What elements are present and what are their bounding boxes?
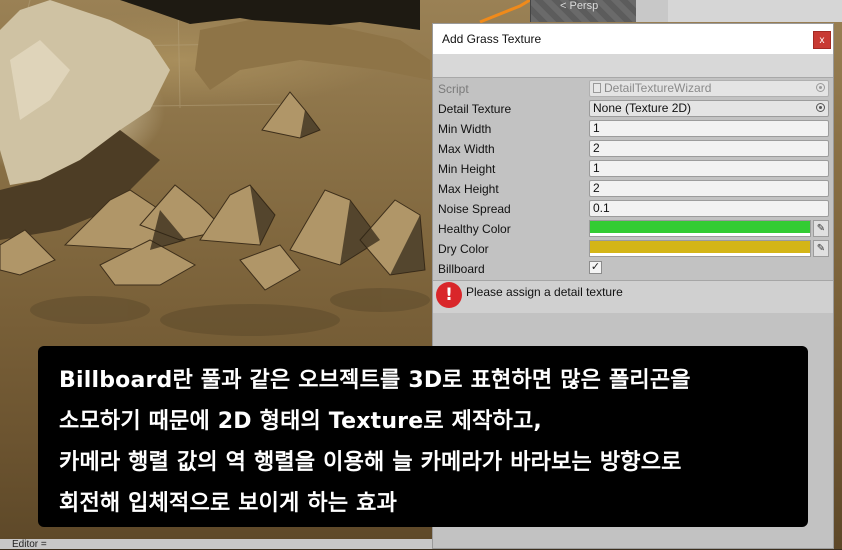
- max-height-input[interactable]: 2: [589, 180, 829, 197]
- billboard-label: Billboard: [438, 262, 485, 276]
- subtitle-line: 회전해 입체적으로 보이게 하는 효과: [59, 491, 398, 516]
- eyedropper-icon[interactable]: ✎: [813, 240, 829, 257]
- object-picker-icon: [816, 83, 825, 92]
- row-healthy-color: Healthy Color ✎: [433, 219, 833, 239]
- noise-spread-label: Noise Spread: [438, 202, 511, 216]
- script-value: DetailTextureWizard: [604, 81, 712, 95]
- detail-texture-value: None (Texture 2D): [593, 101, 692, 115]
- row-min-height: Min Height 1: [433, 159, 833, 179]
- perspective-toggle[interactable]: < Persp: [558, 0, 640, 18]
- scene-toolbar-strip: [636, 0, 842, 22]
- help-message: Please assign a detail texture: [466, 285, 623, 299]
- healthy-color-swatch[interactable]: [589, 220, 811, 237]
- subtitle-line: Billboard란 풀과 같은 오브젝트를 3D로 표현하면 많은 폴리곤을: [59, 368, 691, 393]
- object-picker-icon[interactable]: [816, 103, 825, 112]
- min-height-label: Min Height: [438, 162, 496, 176]
- row-max-height: Max Height 2: [433, 179, 833, 199]
- row-max-width: Max Width 2: [433, 139, 833, 159]
- max-width-input[interactable]: 2: [589, 140, 829, 157]
- script-file-icon: [593, 83, 601, 93]
- close-icon: x: [819, 35, 825, 46]
- max-width-label: Max Width: [438, 142, 495, 156]
- script-label: Script: [438, 82, 469, 96]
- subtitle-line: 소모하기 때문에 2D 형태의 Texture로 제작하고,: [59, 409, 542, 434]
- min-height-input[interactable]: 1: [589, 160, 829, 177]
- row-noise-spread: Noise Spread 0.1: [433, 199, 833, 219]
- error-icon: !: [436, 282, 462, 308]
- healthy-color-label: Healthy Color: [438, 222, 511, 236]
- billboard-checkbox[interactable]: ✓: [589, 261, 602, 274]
- noise-spread-input[interactable]: 0.1: [589, 200, 829, 217]
- checkmark-icon: ✓: [590, 261, 601, 273]
- window-spacer: [433, 54, 833, 78]
- dry-color-label: Dry Color: [438, 242, 489, 256]
- close-button[interactable]: x: [813, 31, 831, 49]
- bottom-toolbar: [0, 539, 432, 549]
- min-width-input[interactable]: 1: [589, 120, 829, 137]
- row-detail-texture: Detail Texture None (Texture 2D): [433, 99, 833, 119]
- eyedropper-icon[interactable]: ✎: [813, 220, 829, 237]
- row-billboard: Billboard ✓: [433, 259, 833, 279]
- min-width-label: Min Width: [438, 122, 492, 136]
- window-titlebar[interactable]: Add Grass Texture x: [433, 24, 833, 54]
- detail-texture-label: Detail Texture: [438, 102, 512, 116]
- row-min-width: Min Width 1: [433, 119, 833, 139]
- script-field: DetailTextureWizard: [589, 80, 829, 97]
- row-dry-color: Dry Color ✎: [433, 239, 833, 259]
- row-script: Script DetailTextureWizard: [433, 79, 833, 99]
- subtitle-line: 카메라 행렬 값의 역 행렬을 이용해 늘 카메라가 바라보는 방향으로: [59, 450, 682, 475]
- help-box: ! Please assign a detail texture: [433, 280, 833, 313]
- max-height-label: Max Height: [438, 182, 499, 196]
- dry-color-swatch[interactable]: [589, 240, 811, 257]
- detail-texture-field[interactable]: None (Texture 2D): [589, 100, 829, 117]
- window-title: Add Grass Texture: [442, 32, 542, 46]
- subtitle-caption: Billboard란 풀과 같은 오브젝트를 3D로 표현하면 많은 폴리곤을 …: [38, 346, 808, 527]
